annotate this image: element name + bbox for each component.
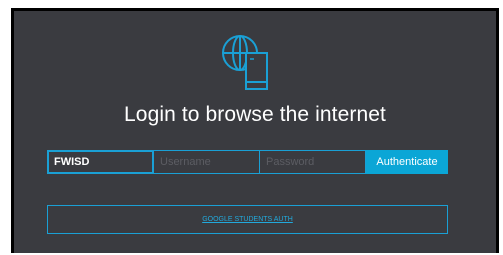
username-input[interactable] [154,150,260,174]
google-students-auth-link[interactable]: GOOGLE STUDENTS AUTH [202,216,293,223]
login-window-frame: Login to browse the internet Authenticat… [11,8,499,253]
school-field[interactable] [47,150,154,174]
login-form: Authenticate [47,150,448,174]
page-title: Login to browse the internet [124,103,386,126]
login-panel: Login to browse the internet Authenticat… [14,11,496,253]
globe-phone-icon [222,35,268,90]
password-input[interactable] [260,150,366,174]
google-students-auth-button[interactable]: GOOGLE STUDENTS AUTH [47,205,448,234]
authenticate-button[interactable]: Authenticate [366,150,448,174]
